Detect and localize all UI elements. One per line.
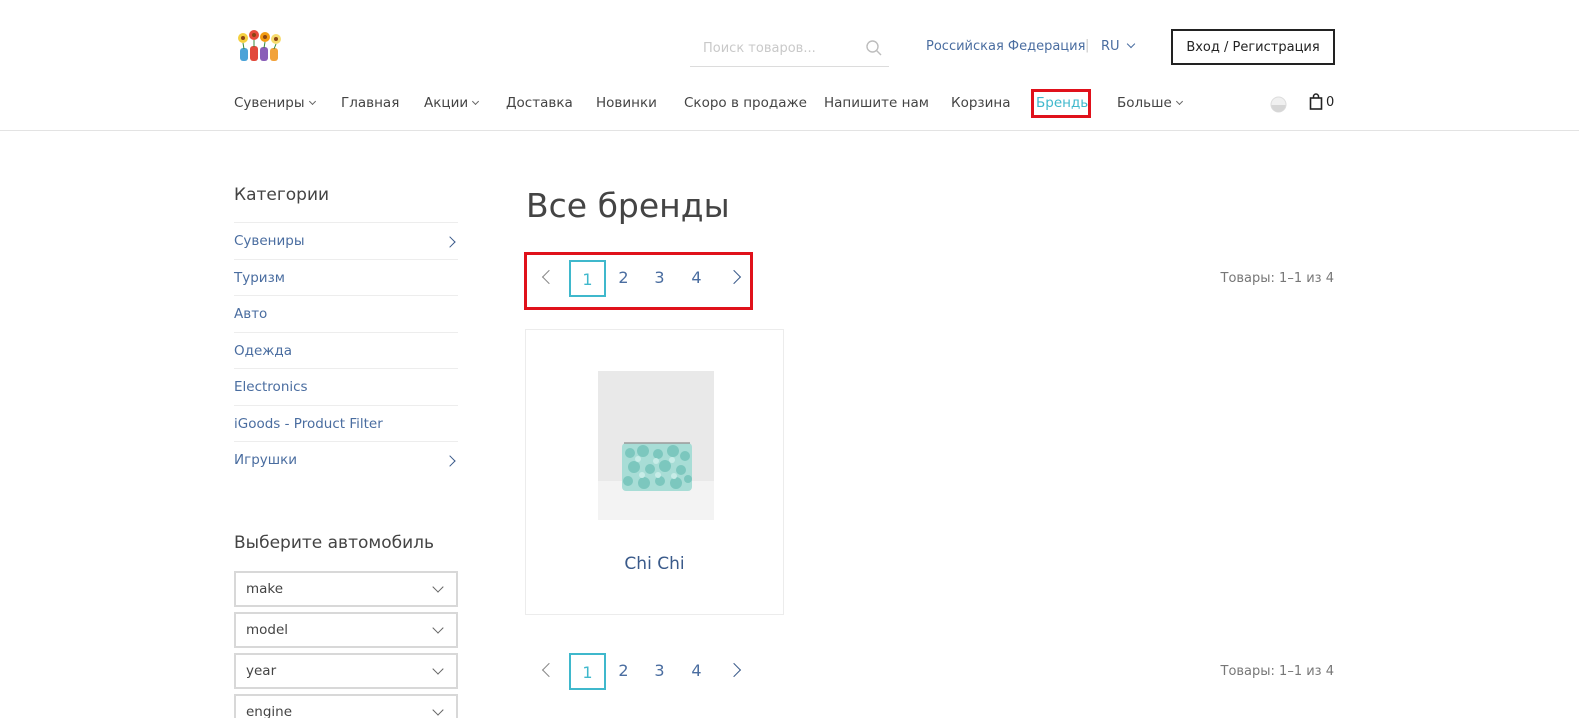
language-label: RU <box>1101 39 1120 54</box>
page-link-1[interactable]: 1 <box>569 653 606 690</box>
chevron-right-icon[interactable] <box>726 662 742 678</box>
category-label: Сувениры <box>234 233 305 249</box>
nav-item-delivery[interactable]: Доставка <box>506 92 573 114</box>
nav-item-label: Акции <box>424 95 469 111</box>
page-title: Все бренды <box>526 186 730 225</box>
select-value: model <box>246 622 289 638</box>
theme-toggle-icon[interactable] <box>1270 96 1287 113</box>
car-selector-title: Выберите автомобиль <box>234 533 435 553</box>
nav-item-souvenirs[interactable]: Сувениры <box>234 92 316 114</box>
nav-item-label: Больше <box>1117 95 1172 111</box>
chevron-left-icon[interactable] <box>541 662 557 678</box>
shopping-bag-icon <box>1309 93 1323 110</box>
chevron-down-icon <box>432 663 444 675</box>
chevron-down-icon <box>432 581 444 593</box>
search-icon[interactable] <box>865 39 883 57</box>
select-value: engine <box>246 704 293 718</box>
nav-item-home[interactable]: Главная <box>341 92 399 114</box>
category-label: Electronics <box>234 379 308 395</box>
chevron-right-icon[interactable] <box>444 455 456 467</box>
brand-card[interactable]: Chi Chi <box>525 329 784 615</box>
category-label: Туризм <box>234 269 285 286</box>
category-label: iGoods - Product Filter <box>234 415 383 432</box>
separator: | <box>1085 38 1090 53</box>
chevron-down-icon <box>1175 97 1183 106</box>
nav-item-coming-soon[interactable]: Скоро в продаже <box>684 92 807 114</box>
site-header: Российская Федерация | RU Вход / Регистр… <box>0 0 1579 131</box>
product-count-bottom: Товары: 1–1 из 4 <box>1220 664 1335 679</box>
categories-title: Категории <box>234 185 330 205</box>
category-label: Одежда <box>234 342 293 359</box>
model-select[interactable]: model <box>234 612 458 648</box>
nav-item-label: Сувениры <box>234 95 305 111</box>
chevron-down-icon <box>308 97 316 106</box>
login-register-button[interactable]: Вход / Регистрация <box>1171 29 1335 65</box>
search-box <box>690 30 889 67</box>
chevron-down-icon <box>1126 39 1135 49</box>
logo[interactable] <box>234 28 286 62</box>
chevron-down-icon <box>432 622 444 634</box>
category-list: Сувениры Туризм Авто Одежда Electronics … <box>234 222 458 478</box>
engine-select[interactable]: engine <box>234 694 458 718</box>
brand-name[interactable]: Chi Chi <box>526 554 783 574</box>
select-value: make <box>246 581 284 597</box>
category-item-toys[interactable]: Игрушки <box>234 441 458 478</box>
highlight-box-brands <box>1031 89 1091 118</box>
category-item-souvenirs[interactable]: Сувениры <box>234 222 458 259</box>
select-value: year <box>246 663 277 679</box>
bag-image <box>598 371 714 520</box>
chevron-down-icon <box>432 704 444 716</box>
nav-item-more[interactable]: Больше <box>1117 92 1183 114</box>
search-input[interactable] <box>690 38 850 58</box>
nav-item-new[interactable]: Новинки <box>596 92 657 114</box>
category-item-clothing[interactable]: Одежда <box>234 331 458 369</box>
page-link-4[interactable]: 4 <box>678 653 715 690</box>
category-label: Авто <box>234 306 268 322</box>
nav-item-promotions[interactable]: Акции <box>424 92 480 114</box>
page-link-2[interactable]: 2 <box>605 653 642 690</box>
make-select[interactable]: make <box>234 571 458 607</box>
chevron-right-icon[interactable] <box>444 236 456 248</box>
category-item-electronics[interactable]: Electronics <box>234 368 458 405</box>
year-select[interactable]: year <box>234 653 458 689</box>
category-item-igoods-filter[interactable]: iGoods - Product Filter <box>234 404 458 442</box>
nav-item-cart[interactable]: Корзина <box>951 92 1010 114</box>
region-link[interactable]: Российская Федерация <box>926 39 1085 54</box>
chevron-down-icon <box>472 97 480 106</box>
brand-image[interactable] <box>598 371 714 520</box>
product-count: Товары: 1–1 из 4 <box>1220 271 1335 286</box>
category-item-tourism[interactable]: Туризм <box>234 258 458 296</box>
highlight-box-pagination <box>524 252 753 310</box>
cart-count: 0 <box>1326 95 1335 110</box>
category-label: Игрушки <box>234 452 298 468</box>
language-selector[interactable]: RU <box>1101 39 1135 54</box>
category-item-auto[interactable]: Авто <box>234 295 458 332</box>
page-link-3[interactable]: 3 <box>641 653 678 690</box>
nav-item-contact[interactable]: Напишите нам <box>824 92 929 114</box>
